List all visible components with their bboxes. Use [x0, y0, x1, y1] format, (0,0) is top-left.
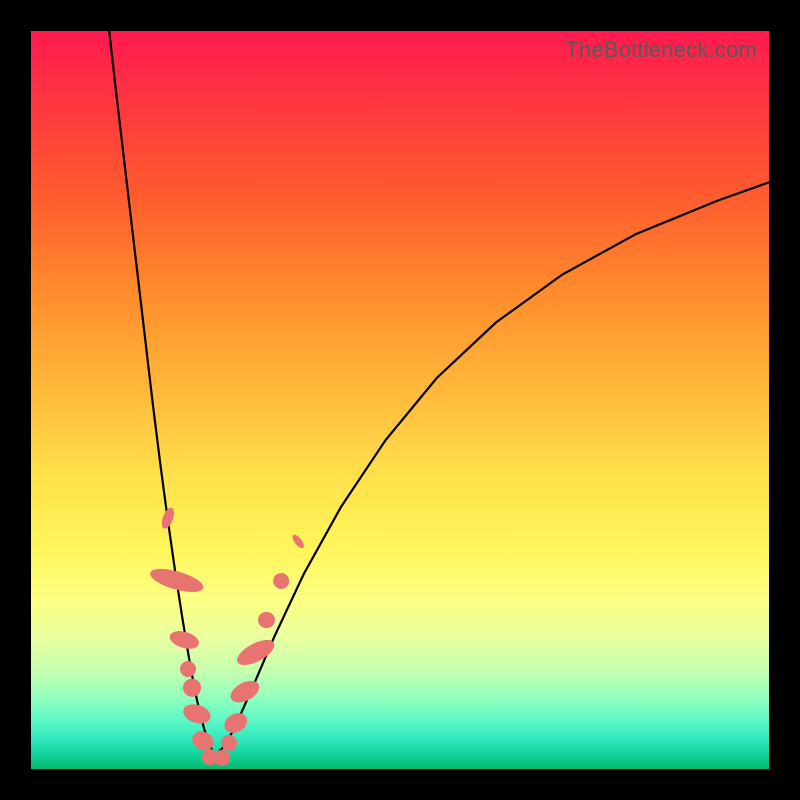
left-curve [109, 31, 215, 756]
curves-svg [31, 31, 769, 769]
chart-frame: TheBottleneck.com [0, 0, 800, 800]
plot-area: TheBottleneck.com [31, 31, 769, 769]
right-curve [216, 182, 770, 755]
